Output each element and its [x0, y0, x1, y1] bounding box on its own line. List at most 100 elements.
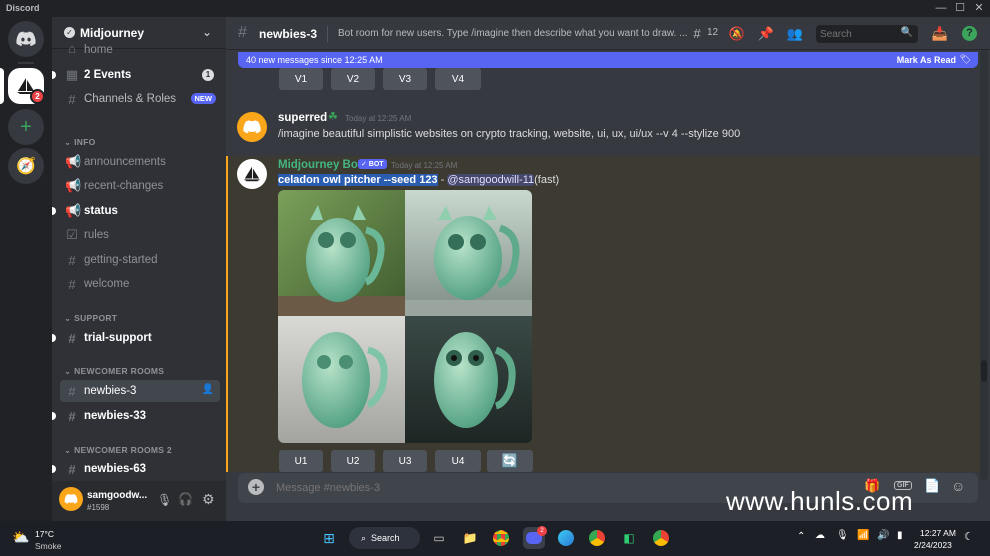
u1-button[interactable]: U1: [279, 450, 323, 472]
threads-icon[interactable]: #: [688, 25, 706, 43]
add-server-button[interactable]: +: [8, 109, 44, 145]
pin-icon[interactable]: 📌: [757, 25, 775, 43]
clock-date[interactable]: 2/24/2023: [914, 540, 952, 550]
category-newcomer-rooms-2[interactable]: ⌄ NEWCOMER ROOMS 2: [64, 445, 172, 456]
notifications-moon-icon[interactable]: ☾: [964, 530, 974, 543]
channel-topic[interactable]: Bot room for new users. Type /imagine th…: [338, 28, 687, 39]
clock-time[interactable]: 12:27 AM: [920, 528, 956, 538]
taskbar-search[interactable]: ⌕ Search: [349, 527, 420, 549]
chrome-profile-icon[interactable]: [586, 527, 608, 549]
v3-button[interactable]: V3: [383, 68, 427, 90]
prompt-text: celadon owl pitcher --seed 123: [278, 174, 438, 186]
u2-button[interactable]: U2: [331, 450, 375, 472]
speaker-icon[interactable]: 🔊: [877, 530, 889, 541]
channel-newbies-63[interactable]: # newbies-63: [60, 458, 220, 480]
hashtag-icon: #: [68, 276, 76, 292]
v4-button[interactable]: V4: [435, 68, 481, 90]
windows-start-button[interactable]: ⊞: [318, 527, 340, 549]
channels-roles-item[interactable]: # Channels & Roles NEW: [60, 88, 220, 110]
channel-trial-support[interactable]: # trial-support: [60, 327, 220, 349]
category-support[interactable]: ⌄ SUPPORT: [64, 313, 117, 324]
watermark-text: www.hunls.com: [726, 486, 914, 516]
channel-announcements[interactable]: 📢 announcements: [60, 151, 220, 173]
channel-rules[interactable]: ☑ rules: [60, 224, 220, 246]
maximize-button[interactable]: ☐: [953, 2, 967, 15]
channel-welcome[interactable]: # welcome: [60, 273, 220, 295]
unread-indicator: [52, 334, 56, 342]
username: samgoodw...: [87, 490, 148, 501]
chevron-down-icon: ⌄: [64, 445, 75, 455]
new-badge: NEW: [190, 93, 216, 104]
calendar-icon: ▦: [65, 67, 79, 82]
weather-cloud-icon[interactable]: ⛅: [12, 529, 29, 546]
avatar[interactable]: [59, 487, 83, 511]
bot-tag: ✓ BOT: [358, 159, 387, 169]
headphones-icon[interactable]: 🎧: [178, 492, 193, 506]
window-title: Discord: [6, 3, 40, 13]
emoji-icon[interactable]: ☺: [951, 478, 965, 494]
u3-button[interactable]: U3: [383, 450, 427, 472]
plus-circle-icon[interactable]: +: [248, 479, 264, 495]
members-icon[interactable]: 👥: [786, 25, 804, 43]
help-icon[interactable]: ?: [962, 26, 977, 41]
chrome-window-icon[interactable]: [650, 527, 672, 549]
sticker-icon[interactable]: 📄: [924, 478, 940, 494]
scrollbar-thumb[interactable]: [981, 360, 987, 382]
channel-newbies-33[interactable]: # newbies-33: [60, 405, 220, 427]
terminal-app-icon[interactable]: ◧: [618, 527, 640, 549]
category-info[interactable]: ⌄ INFO: [64, 137, 96, 148]
microphone-icon[interactable]: 🎙: [157, 493, 172, 507]
bell-muted-icon[interactable]: 🔕: [728, 25, 746, 43]
v2-button[interactable]: V2: [331, 68, 375, 90]
new-messages-banner[interactable]: 40 new messages since 12:25 AM Mark As R…: [238, 52, 978, 68]
message-text: celadon owl pitcher --seed 123 - @samgoo…: [278, 174, 560, 186]
file-explorer-icon[interactable]: 📁: [459, 527, 481, 549]
inbox-icon[interactable]: 📥: [931, 25, 949, 43]
message-author[interactable]: Midjourney Bot: [278, 159, 362, 171]
chrome-icon[interactable]: [490, 527, 512, 549]
close-button[interactable]: ✕: [972, 2, 986, 15]
explore-servers-button[interactable]: 🧭: [8, 148, 44, 184]
leaf-badge-icon: ☘: [328, 111, 338, 123]
channel-newbies-3[interactable]: # newbies-3 👤: [60, 380, 220, 402]
channel-home[interactable]: ⌂ home: [60, 44, 220, 56]
add-member-icon[interactable]: 👤: [202, 384, 214, 395]
mark-as-read-button[interactable]: Mark As Read: [897, 55, 956, 65]
minimize-button[interactable]: —: [934, 2, 948, 15]
microphone-icon[interactable]: 🎙: [836, 530, 849, 541]
battery-icon[interactable]: ▮: [897, 530, 903, 541]
channel-recent-changes[interactable]: 📢 recent-changes: [60, 175, 220, 197]
user-mention[interactable]: @samgoodwill-11: [447, 174, 535, 186]
events-count-badge: 1: [202, 69, 214, 81]
unread-indicator: [52, 465, 56, 473]
image-grid[interactable]: [278, 190, 532, 443]
edge-icon[interactable]: [555, 527, 577, 549]
task-view-icon[interactable]: ▭: [428, 527, 450, 549]
discord-home-button[interactable]: [8, 21, 44, 57]
events-item[interactable]: ▦ 2 Events 1: [60, 64, 220, 86]
server-separator: [18, 62, 34, 64]
chevron-down-icon: ⌄: [64, 366, 75, 376]
search-input[interactable]: [820, 27, 900, 41]
category-newcomer-rooms[interactable]: ⌄ NEWCOMER ROOMS: [64, 366, 164, 377]
generated-owl-pitchers-image: [278, 190, 532, 443]
avatar[interactable]: [237, 159, 267, 189]
u4-button[interactable]: U4: [435, 450, 481, 472]
channel-status[interactable]: 📢 status: [60, 200, 220, 222]
checkbox-icon: ☑: [66, 227, 78, 242]
server-list: 2 + 🧭: [0, 17, 52, 521]
reroll-button[interactable]: 🔄: [487, 450, 533, 472]
message-author[interactable]: superred: [278, 112, 327, 124]
wifi-icon[interactable]: 📶: [857, 530, 869, 541]
cloud-sync-icon[interactable]: ☁: [815, 530, 825, 541]
gear-icon[interactable]: ⚙: [202, 491, 215, 508]
v1-button[interactable]: V1: [279, 68, 323, 90]
avatar[interactable]: [237, 112, 267, 142]
hashtag-icon: #: [68, 330, 76, 346]
unread-indicator: [52, 207, 56, 215]
scrollbar-track[interactable]: [980, 50, 988, 480]
refresh-icon: 🔄: [501, 453, 519, 468]
chevron-up-icon[interactable]: ⌃: [797, 531, 805, 542]
search-box[interactable]: 🔍: [816, 25, 918, 43]
channel-getting-started[interactable]: # getting-started: [60, 249, 220, 271]
